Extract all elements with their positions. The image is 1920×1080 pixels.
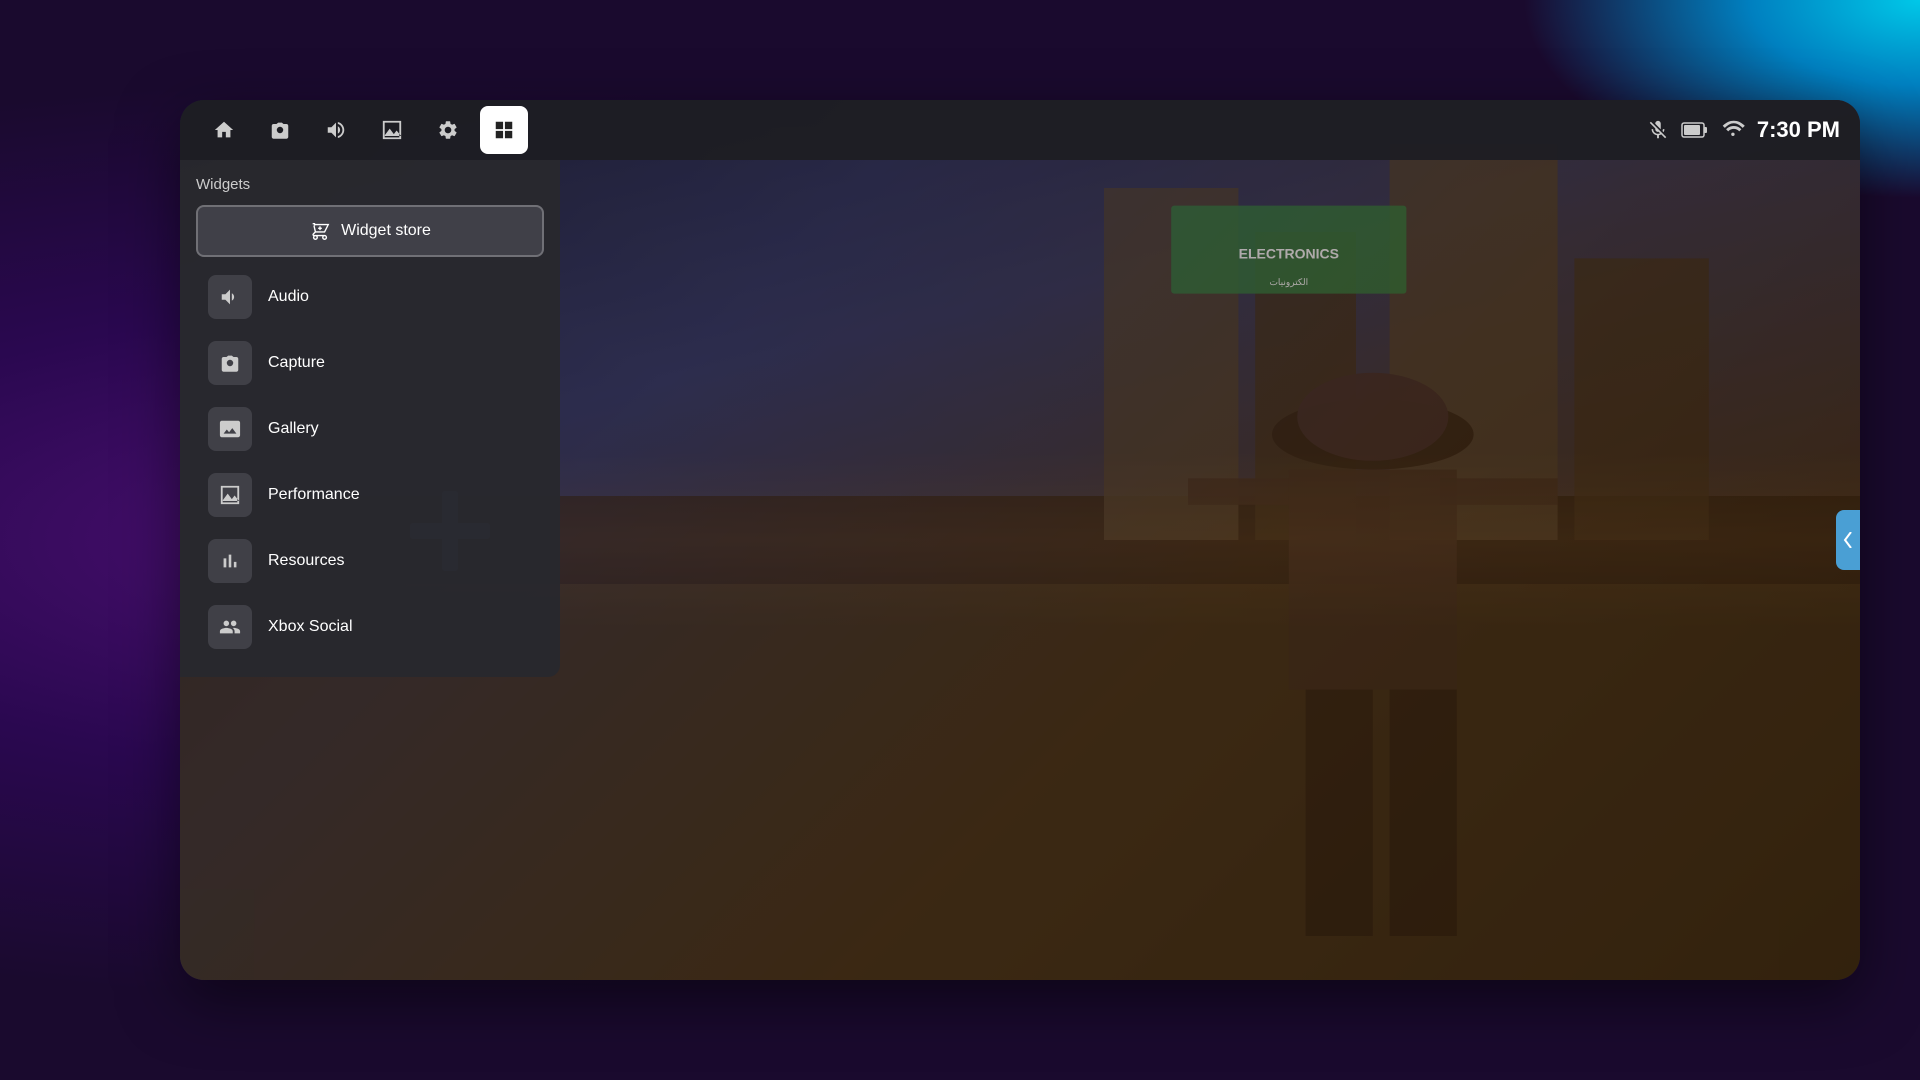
battery-icon <box>1681 119 1709 141</box>
nav-widgets-button[interactable] <box>480 106 528 154</box>
chevron-left-icon <box>1843 532 1853 548</box>
widget-item-performance[interactable]: Performance <box>196 463 544 527</box>
nav-audio-button[interactable] <box>312 106 360 154</box>
widget-item-audio[interactable]: Audio <box>196 265 544 329</box>
capture-icon-box <box>208 341 252 385</box>
widget-performance-label: Performance <box>268 486 360 504</box>
svg-text:الكترونيات: الكترونيات <box>1269 277 1308 288</box>
time-display: 7:30 PM <box>1757 117 1840 143</box>
performance-icon <box>219 484 241 506</box>
widgets-panel: Widgets Widget store Audio <box>180 160 560 677</box>
status-bar: 7:30 PM <box>1647 117 1840 143</box>
widget-gallery-label: Gallery <box>268 420 319 438</box>
svg-text:ELECTRONICS: ELECTRONICS <box>1239 245 1339 261</box>
widgets-icon <box>493 119 515 141</box>
widget-xbox-social-label: Xbox Social <box>268 618 353 636</box>
widget-item-xbox-social[interactable]: Xbox Social <box>196 595 544 659</box>
device-container: ELECTRONICS الكترونيات <box>180 100 1860 980</box>
nav-icons-group <box>200 106 528 154</box>
pull-tab[interactable] <box>1836 510 1860 570</box>
nav-settings-button[interactable] <box>424 106 472 154</box>
home-icon <box>213 119 235 141</box>
speaker-icon <box>325 119 347 141</box>
widget-item-capture[interactable]: Capture <box>196 331 544 395</box>
widgets-panel-title: Widgets <box>196 176 544 193</box>
nav-gallery-button[interactable] <box>368 106 416 154</box>
top-nav-bar: 7:30 PM <box>180 100 1860 160</box>
wifi-icon <box>1721 119 1745 141</box>
capture-icon <box>219 352 241 374</box>
widget-store-label: Widget store <box>341 222 431 240</box>
audio-icon <box>219 286 241 308</box>
gallery-icon-box <box>208 407 252 451</box>
resources-icon <box>219 550 241 572</box>
audio-icon-box <box>208 275 252 319</box>
xbox-social-icon-box <box>208 605 252 649</box>
store-icon <box>309 220 331 242</box>
camera-icon <box>269 119 291 141</box>
chart-icon <box>381 119 403 141</box>
mute-icon <box>1647 119 1669 141</box>
widget-resources-label: Resources <box>268 552 344 570</box>
nav-home-button[interactable] <box>200 106 248 154</box>
nav-capture-button[interactable] <box>256 106 304 154</box>
widget-item-resources[interactable]: Resources <box>196 529 544 593</box>
gear-icon <box>437 119 459 141</box>
xbox-social-icon <box>219 616 241 638</box>
widget-capture-label: Capture <box>268 354 325 372</box>
widget-item-gallery[interactable]: Gallery <box>196 397 544 461</box>
widget-audio-label: Audio <box>268 288 309 306</box>
widget-store-button[interactable]: Widget store <box>196 205 544 257</box>
performance-icon-box <box>208 473 252 517</box>
resources-icon-box <box>208 539 252 583</box>
gallery-icon <box>219 418 241 440</box>
